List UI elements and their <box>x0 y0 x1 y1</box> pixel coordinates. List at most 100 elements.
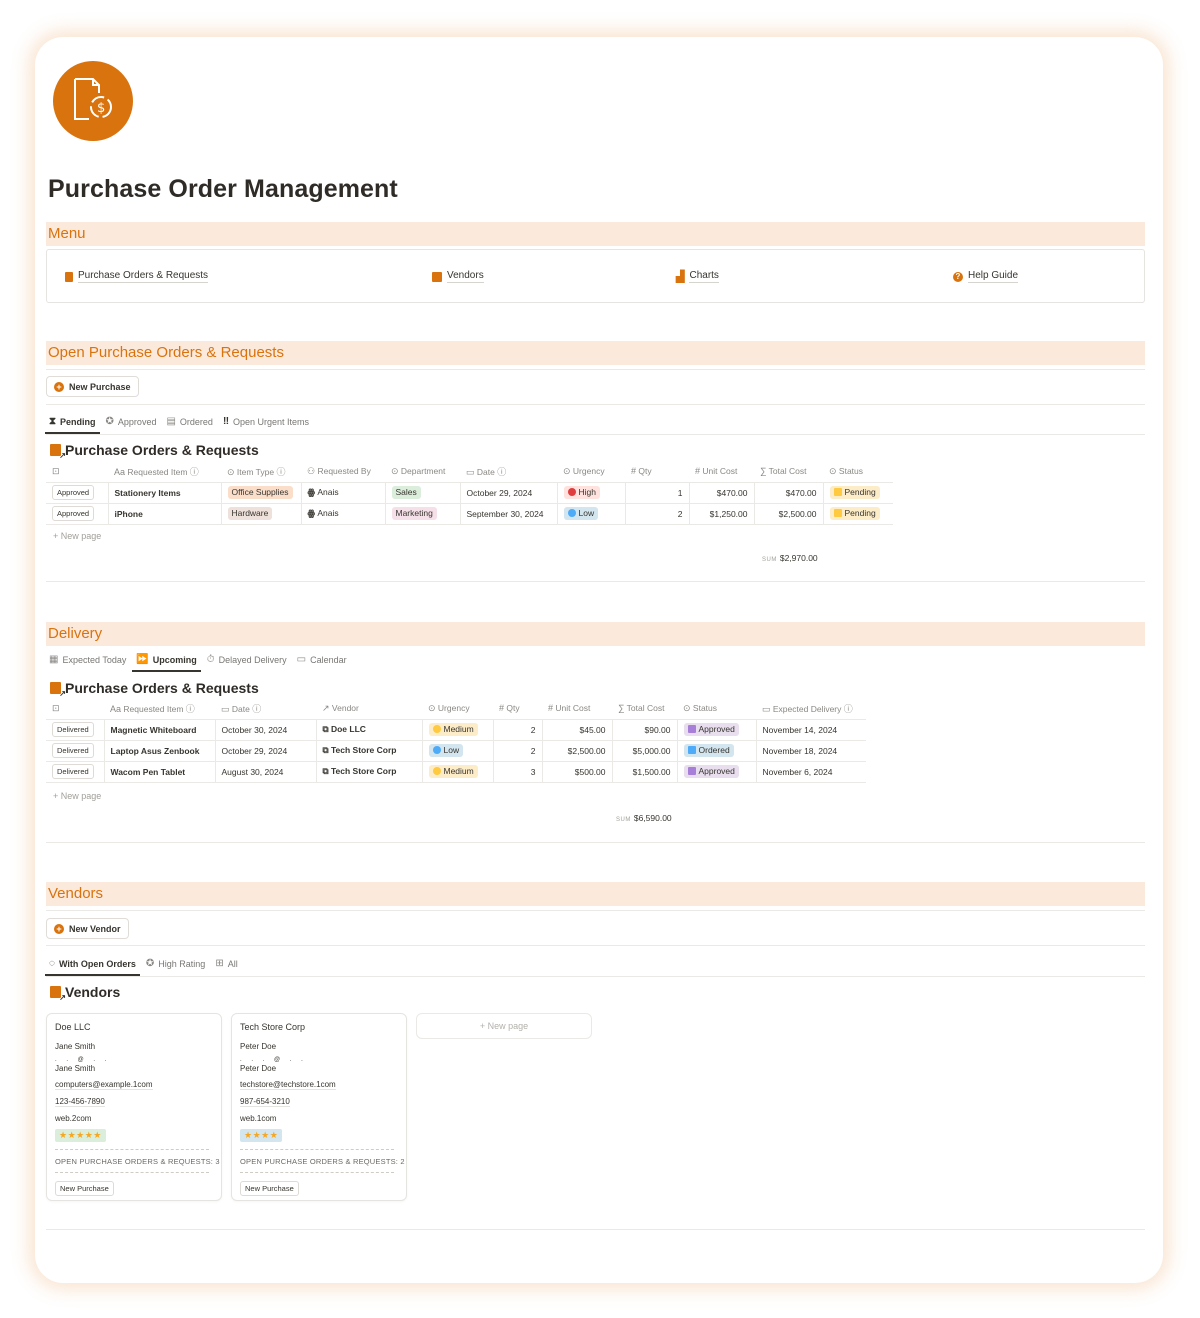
menu-link-purchase-orders[interactable]: Purchase Orders & Requests <box>65 270 209 283</box>
column-header-requested-by[interactable]: ⚇ Requested By <box>301 461 385 482</box>
column-header-vendor[interactable]: ↗ Vendor <box>316 698 422 719</box>
table-row[interactable]: Delivered Laptop Asus Zenbook October 29… <box>46 739 866 762</box>
date-cell[interactable]: September 30, 2024 <box>460 502 558 525</box>
vendor-website[interactable]: web.1com <box>240 1114 276 1123</box>
column-header-urgency[interactable]: ⊙ Urgency <box>422 698 493 719</box>
qty-cell[interactable]: 2 <box>625 502 690 525</box>
column-header-status[interactable]: ⊙ Status <box>823 461 893 482</box>
column-header-department[interactable]: ⊙ Department <box>385 461 460 482</box>
delivered-button[interactable]: Delivered <box>52 722 94 737</box>
column-header-urgency[interactable]: ⊙ Urgency <box>557 461 625 482</box>
column-header-requested-item[interactable]: Aa Requested Item ⓘ <box>108 461 221 482</box>
expected-delivery-cell[interactable]: November 18, 2024 <box>756 739 866 762</box>
unit-cost-cell[interactable]: $45.00 <box>542 718 613 741</box>
database-title[interactable]: Vendors <box>50 984 120 1002</box>
tab-calendar[interactable]: ▭ Calendar <box>297 654 347 670</box>
unit-cost-cell[interactable]: $500.00 <box>542 760 613 783</box>
new-vendor-button[interactable]: + New Vendor <box>46 918 129 939</box>
column-header-date[interactable]: ▭ Date ⓘ <box>215 698 316 719</box>
qty-cell[interactable]: 1 <box>625 481 690 504</box>
menu-link-vendors[interactable]: Vendors <box>432 270 484 283</box>
vendor-phone[interactable]: 123-456-7890 <box>55 1097 105 1107</box>
urgency-cell[interactable]: High <box>557 481 626 504</box>
requested-item-cell[interactable]: Laptop Asus Zenbook <box>104 739 216 762</box>
new-purchase-button[interactable]: + New Purchase <box>46 376 139 397</box>
tab-expected-today[interactable]: ▦ Expected Today <box>49 654 126 670</box>
vendor-card[interactable]: Tech Store Corp Peter Doe . . . @ . . Pe… <box>231 1013 407 1201</box>
vendor-email[interactable]: techstore@techstore.1com <box>240 1080 336 1090</box>
date-cell[interactable]: October 29, 2024 <box>460 481 558 504</box>
vendor-email[interactable]: computers@example.1com <box>55 1080 153 1090</box>
table-row[interactable]: Delivered Magnetic Whiteboard October 30… <box>46 718 866 741</box>
tab-pending[interactable]: ⧗ Pending <box>45 416 100 434</box>
column-header-requested-item[interactable]: Aa Requested Item ⓘ <box>104 698 215 719</box>
column-header-date[interactable]: ▭ Date ⓘ <box>460 461 557 482</box>
tab-all[interactable]: ⊞ All <box>215 958 237 974</box>
column-header-item-type[interactable]: ⊙ Item Type ⓘ <box>221 461 301 482</box>
column-header-qty[interactable]: # Qty <box>493 698 542 719</box>
column-header-qty[interactable]: # Qty <box>625 461 689 482</box>
expected-delivery-cell[interactable]: November 6, 2024 <box>756 760 866 783</box>
tab-high-rating[interactable]: ✪ High Rating <box>146 958 205 974</box>
delivered-button[interactable]: Delivered <box>52 743 94 758</box>
new-purchase-button[interactable]: New Purchase <box>240 1181 299 1196</box>
vendor-link[interactable]: Tech Store Corp <box>331 745 397 755</box>
urgency-cell[interactable]: Medium <box>422 760 494 783</box>
vendor-website[interactable]: web.2com <box>55 1114 91 1123</box>
tab-open-urgent[interactable]: ‼ Open Urgent Items <box>223 416 309 432</box>
column-header-total-cost[interactable]: ∑ Total Cost <box>612 698 677 719</box>
qty-cell[interactable]: 2 <box>493 739 543 762</box>
vendor-link[interactable]: Doe LLC <box>331 724 366 734</box>
column-header-total-cost[interactable]: ∑ Total Cost <box>754 461 823 482</box>
requested-item-cell[interactable]: Magnetic Whiteboard <box>104 718 216 741</box>
column-header-expected-delivery[interactable]: ▭ Expected Delivery ⓘ <box>756 698 866 719</box>
requested-by-cell[interactable]: ꙮ Anais <box>301 481 386 504</box>
status-cell[interactable]: Approved <box>677 760 757 783</box>
urgency-cell[interactable]: Low <box>422 739 494 762</box>
approve-button[interactable]: Approved <box>52 485 95 500</box>
tab-delayed-delivery[interactable]: ⏱ Delayed Delivery <box>207 654 287 670</box>
column-header-unit-cost[interactable]: # Unit Cost <box>689 461 754 482</box>
requested-item-cell[interactable]: Stationery Items <box>108 481 222 504</box>
requested-item-cell[interactable]: iPhone <box>108 502 222 525</box>
urgency-cell[interactable]: Medium <box>422 718 494 741</box>
column-header-unit-cost[interactable]: # Unit Cost <box>542 698 612 719</box>
menu-link-help[interactable]: ? Help Guide <box>953 270 1019 283</box>
new-purchase-button[interactable]: New Purchase <box>55 1181 114 1196</box>
urgency-cell[interactable]: Low <box>557 502 626 525</box>
qty-cell[interactable]: 2 <box>493 718 543 741</box>
database-title[interactable]: Purchase Orders & Requests <box>50 442 259 460</box>
table-row[interactable]: Approved iPhone Hardware ꙮ Anais Marketi… <box>46 502 893 525</box>
department-cell[interactable]: Sales <box>385 481 461 504</box>
requested-by-cell[interactable]: ꙮ Anais <box>301 502 386 525</box>
menu-link-charts[interactable]: ▟ Charts <box>676 270 719 283</box>
date-cell[interactable]: October 29, 2024 <box>215 739 317 762</box>
status-cell[interactable]: Approved <box>677 718 757 741</box>
expected-delivery-cell[interactable]: November 14, 2024 <box>756 718 866 741</box>
vendor-card[interactable]: Doe LLC Jane Smith . . @ . . Jane Smith … <box>46 1013 222 1201</box>
column-header-button[interactable]: ⊡ <box>46 461 108 482</box>
status-cell[interactable]: Pending <box>823 502 893 525</box>
delivered-button[interactable]: Delivered <box>52 764 94 779</box>
vendor-phone[interactable]: 987-654-3210 <box>240 1097 290 1107</box>
column-header-button[interactable]: ⊡ <box>46 698 104 719</box>
date-cell[interactable]: October 30, 2024 <box>215 718 317 741</box>
unit-cost-cell[interactable]: $1,250.00 <box>689 502 755 525</box>
tab-approved[interactable]: ✪ Approved <box>106 416 157 432</box>
column-header-status[interactable]: ⊙ Status <box>677 698 756 719</box>
vendor-cell[interactable]: ⧉ Doe LLC <box>316 718 423 741</box>
status-cell[interactable]: Ordered <box>677 739 757 762</box>
vendor-cell[interactable]: ⧉ Tech Store Corp <box>316 760 423 783</box>
item-type-cell[interactable]: Office Supplies <box>221 481 302 504</box>
tab-ordered[interactable]: ▤ Ordered <box>166 416 212 432</box>
department-cell[interactable]: Marketing <box>385 502 461 525</box>
qty-cell[interactable]: 3 <box>493 760 543 783</box>
date-cell[interactable]: August 30, 2024 <box>215 760 317 783</box>
new-page-button[interactable]: + New page <box>53 791 101 801</box>
unit-cost-cell[interactable]: $470.00 <box>689 481 755 504</box>
database-title[interactable]: Purchase Orders & Requests <box>50 680 259 698</box>
status-cell[interactable]: Pending <box>823 481 893 504</box>
approve-button[interactable]: Approved <box>52 506 95 521</box>
unit-cost-cell[interactable]: $2,500.00 <box>542 739 613 762</box>
item-type-cell[interactable]: Hardware <box>221 502 302 525</box>
